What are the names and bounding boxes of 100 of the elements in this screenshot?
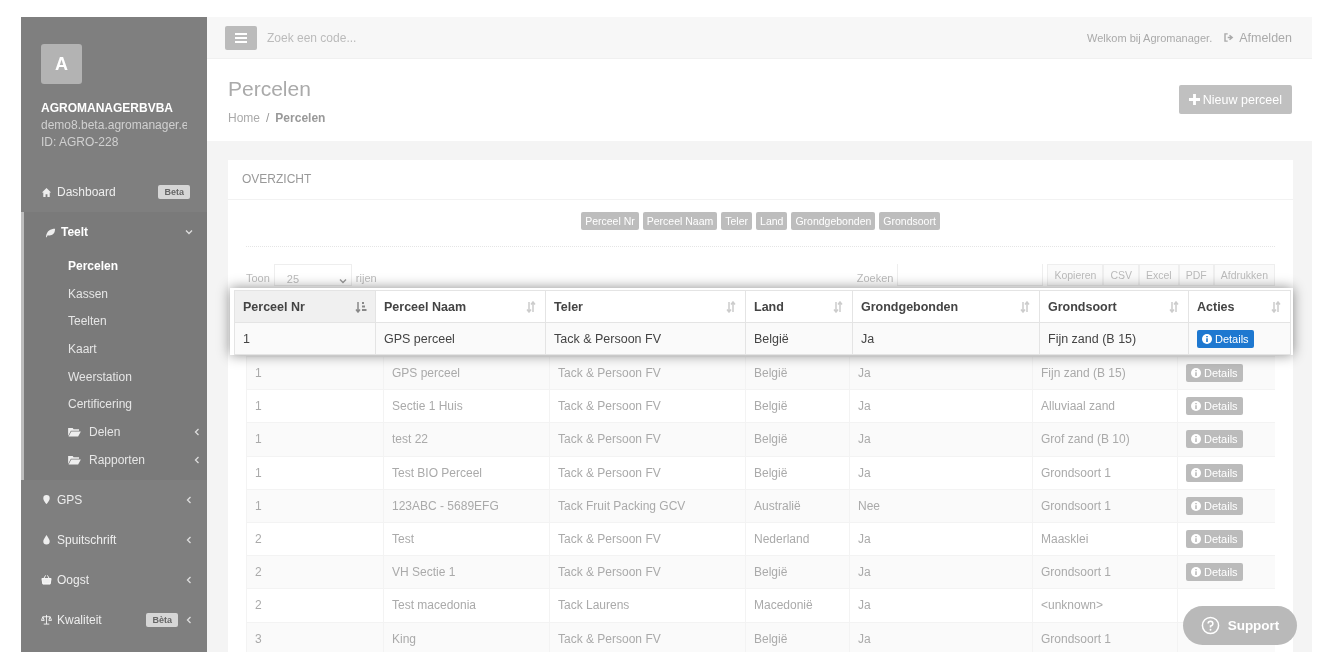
chevron-left-icon [185, 535, 193, 544]
column-header[interactable]: Teler [545, 290, 746, 323]
table-cell: Tack & Persoon FV [549, 422, 746, 457]
new-parcel-button[interactable]: Nieuw perceel [1178, 85, 1292, 114]
breadcrumb-separator: / [266, 111, 270, 125]
nav-item[interactable]: Dashboard Beta [21, 172, 207, 212]
menu-icon [235, 32, 247, 43]
details-button[interactable]: Details [1186, 463, 1243, 482]
table-cell: Ja [852, 322, 1040, 355]
nav-subitem[interactable]: Percelen [24, 252, 207, 280]
table-cell: België [745, 322, 853, 355]
info-icon [1191, 434, 1201, 445]
breadcrumb-link[interactable]: Home [228, 111, 260, 125]
details-button[interactable]: Details [1186, 364, 1243, 383]
nav-item[interactable]: Oogst [21, 559, 207, 600]
sort-icon [1168, 300, 1180, 313]
details-button[interactable]: Details [1186, 530, 1243, 549]
table-cell: Ja [849, 422, 1033, 457]
folder-icon [68, 454, 81, 465]
table-cell: Tack & Persoon FV [549, 555, 746, 589]
column-toggle[interactable]: Grondgebonden [791, 212, 876, 230]
welcome-text: Welkom bij Agromanager. [1087, 31, 1213, 44]
export-button[interactable]: Excel [1139, 264, 1179, 286]
nav-item[interactable]: GPS [21, 479, 207, 520]
folder-icon [68, 426, 81, 437]
menu-button[interactable] [225, 25, 257, 50]
breadcrumb-link[interactable]: Percelen [275, 111, 326, 125]
column-header[interactable]: Grondgebonden [852, 290, 1040, 323]
table-cell: Grondsoort 1 [1032, 622, 1178, 652]
beta-badge: Bèta [146, 612, 178, 627]
column-toggle[interactable]: Perceel Nr [581, 212, 639, 230]
column-header[interactable]: Grondsoort [1039, 290, 1189, 323]
export-button[interactable]: Afdrukken [1213, 264, 1275, 286]
info-icon [1191, 500, 1201, 511]
nav-item[interactable]: Teelt [24, 212, 207, 252]
column-toggle[interactable]: Perceel Naam [642, 212, 718, 230]
table-cell: Tack & Persoon FV [545, 322, 746, 355]
search-label: Zoeken [856, 272, 894, 286]
table-cell: GPS perceel [383, 356, 550, 390]
column-toggle[interactable]: Land [756, 212, 788, 230]
table-cell: 1 [234, 322, 376, 355]
support-button[interactable]: Support [1183, 606, 1297, 645]
table-cell: 3 [246, 622, 384, 652]
table-cell: King [383, 622, 550, 652]
logout-link[interactable]: Afmelden [1224, 30, 1292, 45]
drop-icon [41, 534, 52, 545]
export-button[interactable]: CSV [1103, 264, 1140, 286]
table-cell: Grof zand (B 10) [1032, 422, 1178, 457]
help-icon [1200, 616, 1220, 635]
table-cell: België [745, 356, 850, 390]
export-button[interactable]: PDF [1178, 264, 1214, 286]
table-cell: Nee [849, 489, 1033, 523]
table-cell: België [745, 422, 850, 457]
nav-subitem[interactable]: Rapporten [24, 445, 207, 474]
nav-subitem[interactable]: Certificering [24, 390, 207, 419]
card-title: OVERZICHT [228, 160, 1293, 200]
chevron-left-icon [185, 495, 193, 504]
details-button[interactable]: Details [1186, 430, 1243, 449]
nav-subitem[interactable]: Weerstation [24, 362, 207, 391]
info-icon [1202, 333, 1212, 344]
chevron-left-icon [193, 427, 201, 436]
page-size-select[interactable]: 25 [273, 264, 352, 286]
column-toggle[interactable]: Teler [721, 212, 753, 230]
column-header[interactable]: Perceel Naam [375, 290, 546, 323]
table-cell: Ja [849, 555, 1033, 589]
search-field[interactable]: Zoek een code... [265, 29, 569, 46]
info-icon [1191, 368, 1201, 379]
table-cell: 2 [246, 555, 384, 589]
chevron-down-icon [185, 228, 193, 236]
table-search-field[interactable] [897, 264, 1044, 286]
details-button[interactable]: Details [1186, 563, 1243, 582]
beta-badge: Beta [158, 185, 190, 199]
column-header[interactable]: Perceel Nr [234, 290, 376, 323]
home-icon [41, 186, 52, 198]
table-cell: 1 [246, 356, 384, 390]
table-cell: 1 [246, 489, 384, 523]
details-button[interactable]: Details [1197, 329, 1254, 348]
nav-subitem[interactable]: Delen [24, 418, 207, 446]
pin-icon [41, 494, 52, 505]
nav-subitem[interactable]: Kassen [24, 279, 207, 308]
column-toggle[interactable]: Grondsoort [879, 212, 940, 230]
nav-item[interactable]: Kwaliteit Bèta [21, 599, 207, 640]
info-icon [1191, 401, 1201, 412]
table-cell: Ja [849, 622, 1033, 652]
chevron-left-icon [193, 455, 201, 464]
nav-subitem[interactable]: Kaart [24, 335, 207, 363]
details-button[interactable]: Details [1186, 496, 1243, 515]
chevron-left-icon [185, 615, 193, 624]
nav-item[interactable]: Spuitschrift [21, 519, 207, 560]
nav-subitem[interactable]: Teelten [24, 307, 207, 336]
column-header[interactable]: Acties [1188, 290, 1291, 323]
info-icon [1191, 534, 1201, 545]
table-cell: Fijn zand (B 15) [1032, 356, 1178, 390]
table-cell: Grondsoort 1 [1032, 489, 1178, 523]
sort-icon [1270, 300, 1282, 313]
column-header[interactable]: Land [745, 290, 853, 323]
table-cell: België [745, 555, 850, 589]
export-button[interactable]: Kopieren [1047, 264, 1104, 286]
details-button[interactable]: Details [1186, 397, 1243, 416]
sort-icon [725, 300, 737, 313]
